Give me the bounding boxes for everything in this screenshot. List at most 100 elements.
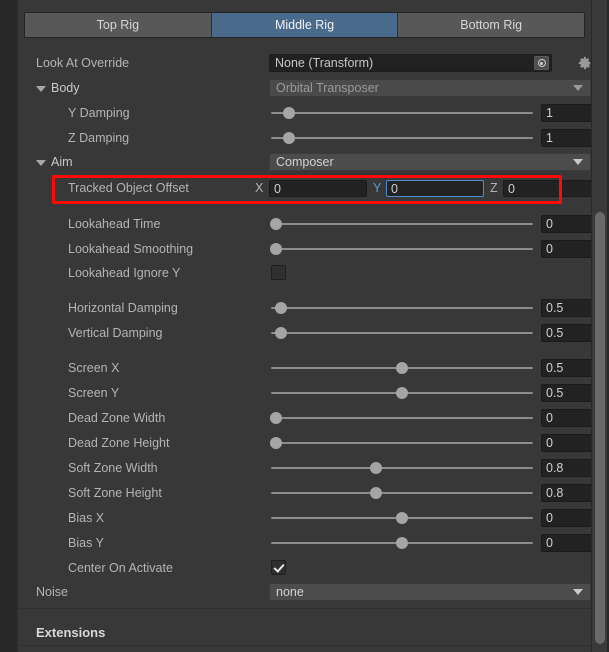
bias-x-input[interactable]: 0 (541, 509, 591, 527)
dead-zone-height-input[interactable]: 0 (541, 434, 591, 452)
y-damping-slider[interactable] (271, 102, 533, 124)
screen-y-input[interactable]: 0.5 (541, 384, 591, 402)
slider-knob[interactable] (270, 218, 283, 230)
vertical-damping-input[interactable]: 0.5 (541, 324, 591, 342)
z-damping-input[interactable]: 1 (541, 129, 591, 147)
slider-track (271, 137, 533, 139)
slider-knob[interactable] (396, 537, 408, 549)
tracked-object-offset-y-axis-label[interactable]: Y (373, 177, 381, 199)
bias-y-slider[interactable] (271, 532, 533, 554)
lookahead-ignore-y-label: Lookahead Ignore Y (68, 266, 181, 280)
row-horizontal-damping: Horizontal Damping 0.5 (18, 297, 591, 319)
row-noise: Noise none (18, 581, 591, 603)
bias-x-label: Bias X (68, 511, 105, 525)
slider-knob[interactable] (369, 487, 382, 499)
screen-x-input[interactable]: 0.5 (541, 359, 591, 377)
tracked-object-offset-z-axis-label[interactable]: Z (490, 177, 498, 199)
lookahead-time-value: 0 (546, 217, 553, 231)
slider-knob[interactable] (270, 243, 283, 255)
lookahead-smoothing-input[interactable]: 0 (541, 240, 591, 258)
tab-top-rig-label: Top Rig (96, 18, 140, 32)
slider-knob[interactable] (275, 302, 288, 314)
tracked-object-offset-x-input[interactable]: 0 (269, 180, 367, 197)
z-damping-slider[interactable] (271, 127, 533, 149)
dead-zone-height-slider[interactable] (270, 432, 533, 454)
gear-icon[interactable] (578, 56, 591, 70)
look-at-override-object-field[interactable]: None (Transform) (269, 54, 552, 72)
slider-knob[interactable] (369, 462, 382, 474)
tab-middle-rig-label: Middle Rig (274, 18, 335, 32)
horizontal-damping-slider[interactable] (271, 297, 533, 319)
lookahead-time-slider[interactable] (270, 213, 533, 235)
noise-component-value: none (276, 585, 304, 599)
soft-zone-height-value: 0.8 (546, 486, 564, 500)
lookahead-smoothing-value: 0 (546, 242, 553, 256)
tab-middle-rig[interactable]: Middle Rig (211, 13, 399, 37)
row-soft-zone-height: Soft Zone Height 0.8 (18, 482, 591, 504)
lookahead-smoothing-label: Lookahead Smoothing (68, 242, 194, 256)
dead-zone-width-input[interactable]: 0 (541, 409, 591, 427)
y-damping-input[interactable]: 1 (541, 104, 591, 122)
slider-track (271, 442, 533, 444)
screen-x-slider[interactable] (271, 357, 533, 379)
slider-knob[interactable] (283, 107, 296, 119)
tracked-object-offset-label: Tracked Object Offset (68, 181, 189, 195)
look-at-override-label: Look At Override (36, 56, 130, 70)
soft-zone-height-slider[interactable] (271, 482, 533, 504)
soft-zone-width-input[interactable]: 0.8 (541, 459, 591, 477)
slider-knob[interactable] (270, 437, 283, 449)
soft-zone-height-input[interactable]: 0.8 (541, 484, 591, 502)
dead-zone-width-value: 0 (546, 411, 553, 425)
section-divider (18, 645, 591, 646)
row-lookahead-ignore-y: Lookahead Ignore Y (18, 262, 591, 284)
bias-y-input[interactable]: 0 (541, 534, 591, 552)
tracked-object-offset-z-input[interactable]: 0 (503, 180, 591, 197)
slider-knob[interactable] (270, 412, 283, 424)
screen-x-label: Screen X (68, 361, 120, 375)
row-screen-x: Screen X 0.5 (18, 357, 591, 379)
slider-knob[interactable] (396, 387, 408, 399)
object-picker-icon[interactable] (534, 56, 549, 70)
tab-bottom-rig[interactable]: Bottom Rig (398, 13, 584, 37)
lookahead-time-input[interactable]: 0 (541, 215, 591, 233)
slider-track (271, 417, 533, 419)
slider-knob[interactable] (275, 327, 288, 339)
inspector-window: Top Rig Middle Rig Bottom Rig Look At Ov… (0, 0, 609, 652)
slider-track (271, 492, 533, 494)
noise-component-dropdown[interactable]: none (269, 583, 591, 601)
center-on-activate-checkbox[interactable] (271, 560, 286, 575)
slider-track (271, 332, 533, 334)
foldout-aim[interactable]: Aim (36, 151, 73, 173)
body-component-dropdown[interactable]: Orbital Transposer (269, 79, 591, 97)
row-y-damping: Y Damping 1 (18, 102, 591, 124)
chevron-down-icon (36, 85, 46, 92)
tab-bottom-rig-label: Bottom Rig (460, 18, 523, 32)
vertical-scrollbar-thumb[interactable] (595, 212, 605, 644)
slider-knob[interactable] (396, 362, 408, 374)
bias-y-label: Bias Y (68, 536, 104, 550)
vertical-damping-value: 0.5 (546, 326, 564, 340)
horizontal-damping-input[interactable]: 0.5 (541, 299, 591, 317)
y-damping-value: 1 (546, 106, 553, 120)
soft-zone-width-label: Soft Zone Width (68, 461, 158, 475)
dead-zone-width-slider[interactable] (270, 407, 533, 429)
slider-knob[interactable] (396, 512, 408, 524)
soft-zone-width-slider[interactable] (271, 457, 533, 479)
slider-track (271, 223, 533, 225)
lookahead-ignore-y-checkbox[interactable] (271, 265, 286, 280)
tracked-object-offset-x-axis-label[interactable]: X (255, 177, 263, 199)
row-screen-y: Screen Y 0.5 (18, 382, 591, 404)
vertical-damping-slider[interactable] (271, 322, 533, 344)
screen-y-slider[interactable] (271, 382, 533, 404)
tab-top-rig[interactable]: Top Rig (25, 13, 212, 37)
dead-zone-width-label: Dead Zone Width (68, 411, 166, 425)
tracked-object-offset-z-value: 0 (508, 181, 515, 196)
body-component-value: Orbital Transposer (276, 81, 379, 95)
y-damping-label: Y Damping (68, 106, 130, 120)
slider-knob[interactable] (283, 132, 296, 144)
foldout-body[interactable]: Body (36, 77, 80, 99)
lookahead-smoothing-slider[interactable] (270, 238, 533, 260)
bias-x-slider[interactable] (271, 507, 533, 529)
tracked-object-offset-y-input[interactable]: 0 (386, 180, 484, 197)
aim-component-dropdown[interactable]: Composer (269, 153, 591, 171)
